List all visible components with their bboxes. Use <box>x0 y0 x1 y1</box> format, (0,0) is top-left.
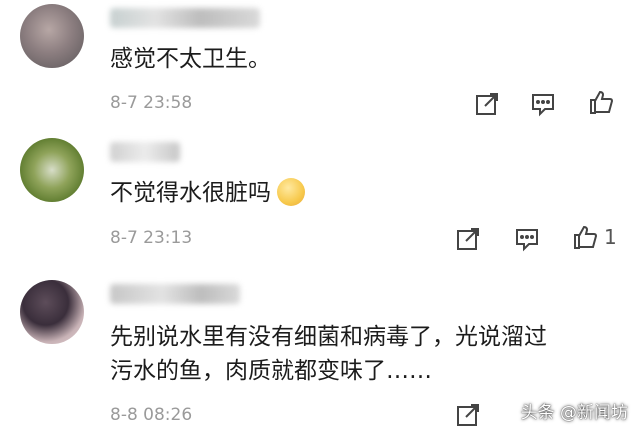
share-icon[interactable] <box>455 402 481 428</box>
share-icon[interactable] <box>455 226 481 252</box>
comment-time: 8-7 23:58 <box>110 93 193 113</box>
watermark: 头条 @新闻坊 <box>520 403 628 423</box>
avatar[interactable] <box>20 280 84 344</box>
comment-text-content: 不觉得水很脏吗 <box>110 180 271 206</box>
comment-icon[interactable] <box>530 91 556 117</box>
comment-text: 不觉得水很脏吗 <box>110 176 610 210</box>
thumbs-up-icon[interactable] <box>588 89 614 115</box>
avatar[interactable] <box>20 138 84 202</box>
comment-time: 8-7 23:13 <box>110 228 193 248</box>
shush-emoji-icon <box>277 177 305 206</box>
comment-text: 先别说水里有没有细菌和病毒了，光说溜过 污水的鱼，肉质就都变味了…… <box>110 324 547 384</box>
like-count: 1 <box>604 225 617 249</box>
avatar[interactable] <box>20 4 84 68</box>
username-blurred[interactable] <box>110 142 180 162</box>
thumbs-up-icon[interactable] <box>572 224 598 250</box>
comment-time: 8-8 08:26 <box>110 405 193 425</box>
comment-icon[interactable] <box>514 226 540 252</box>
share-icon[interactable] <box>474 91 500 117</box>
username-blurred[interactable] <box>110 284 240 304</box>
username-blurred[interactable] <box>110 8 260 28</box>
comment-text: 感觉不太卫生。 <box>110 46 271 72</box>
